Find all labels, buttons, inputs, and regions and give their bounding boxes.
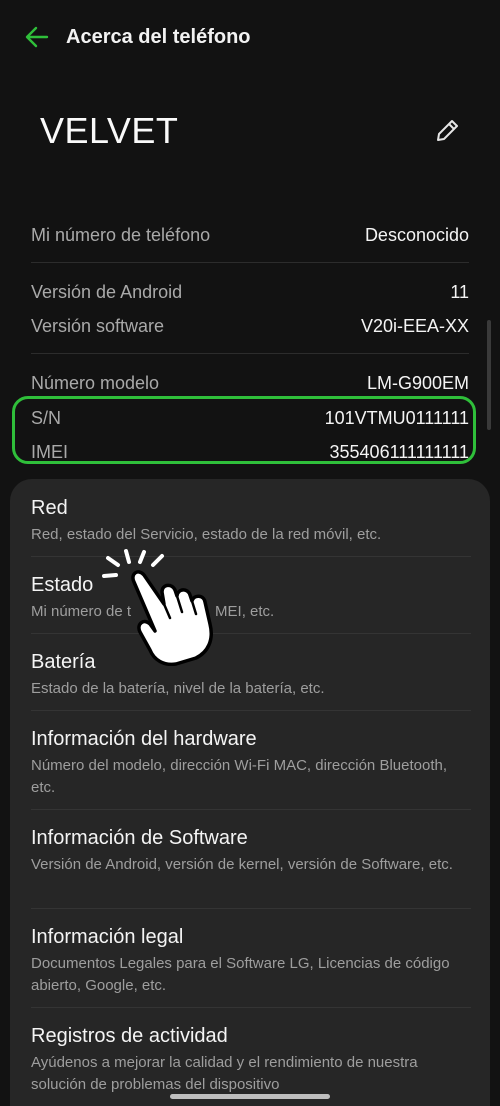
app-bar: Acerca del teléfono [0,0,500,76]
menu-item-hardware[interactable]: Información del hardware Número del mode… [31,727,471,799]
model-number-value: LM-G900EM [366,373,469,393]
page-title: Acerca del teléfono [66,26,251,48]
menu-item-subtitle: Red, estado del Servicio, estado de la r… [31,526,382,543]
highlight-box [12,396,476,464]
menu-item-subtitle: Mi número de t MEI, etc. [31,601,471,623]
android-version-row: Versión de Android 11 [31,282,469,303]
menu-item-title: Información de Software [31,827,248,849]
phone-number-label: Mi número de teléfono [31,225,211,245]
menu-item-title: Información del hardware [31,728,257,750]
divider [31,353,469,354]
menu-item-subtitle: Número del modelo, dirección Wi-Fi MAC, … [31,757,447,796]
tap-hand-icon [102,549,213,666]
divider [31,556,471,557]
menu-item-title: Estado [31,574,94,596]
menu-item-estado[interactable]: Estado Mi número de t MEI, etc. [31,573,471,623]
software-version-value: V20i-EEA-XX [360,316,469,336]
android-version-label: Versión de Android [31,282,183,302]
divider [31,633,471,634]
menu-item-title: Registros de actividad [31,1025,228,1047]
divider [31,809,471,810]
menu-item-subtitle: Estado de la batería, nivel de la baterí… [31,680,325,697]
menu-item-activity-logs[interactable]: Registros de actividad Ayúdenos a mejora… [31,1024,471,1096]
menu-item-subtitle: Documentos Legales para el Software LG, … [31,955,450,994]
phone-number-row[interactable]: Mi número de teléfono Desconocido [31,225,469,246]
menu-item-subtitle: Versión de Android, versión de kernel, v… [31,856,453,873]
model-number-label: Número modelo [31,373,160,393]
android-version-value: 11 [450,282,469,302]
menu-item-red[interactable]: Red Red, estado del Servicio, estado de … [31,496,471,546]
scrollbar[interactable] [487,320,491,430]
software-version-label: Versión software [31,316,165,336]
menu-item-title: Información legal [31,926,184,948]
software-version-row: Versión software V20i-EEA-XX [31,316,469,337]
menu-item-legal[interactable]: Información legal Documentos Legales par… [31,925,471,997]
divider [31,908,471,909]
divider [31,262,469,263]
settings-menu-card: Red Red, estado del Servicio, estado de … [10,479,490,1106]
menu-item-subtitle: Ayúdenos a mejorar la calidad y el rendi… [31,1054,418,1093]
phone-number-value: Desconocido [364,225,469,245]
gesture-nav-bar[interactable] [170,1094,330,1099]
pencil-icon[interactable] [432,116,462,146]
menu-item-title: Batería [31,651,96,673]
device-name: VELVET [40,110,179,151]
arrow-left-icon[interactable] [22,22,52,52]
menu-item-bateria[interactable]: Batería Estado de la batería, nivel de l… [31,650,471,700]
divider [31,710,471,711]
divider [31,1007,471,1008]
menu-item-title: Red [31,497,68,519]
model-number-row: Número modelo LM-G900EM [31,373,469,394]
menu-item-software[interactable]: Información de Software Versión de Andro… [31,826,471,876]
